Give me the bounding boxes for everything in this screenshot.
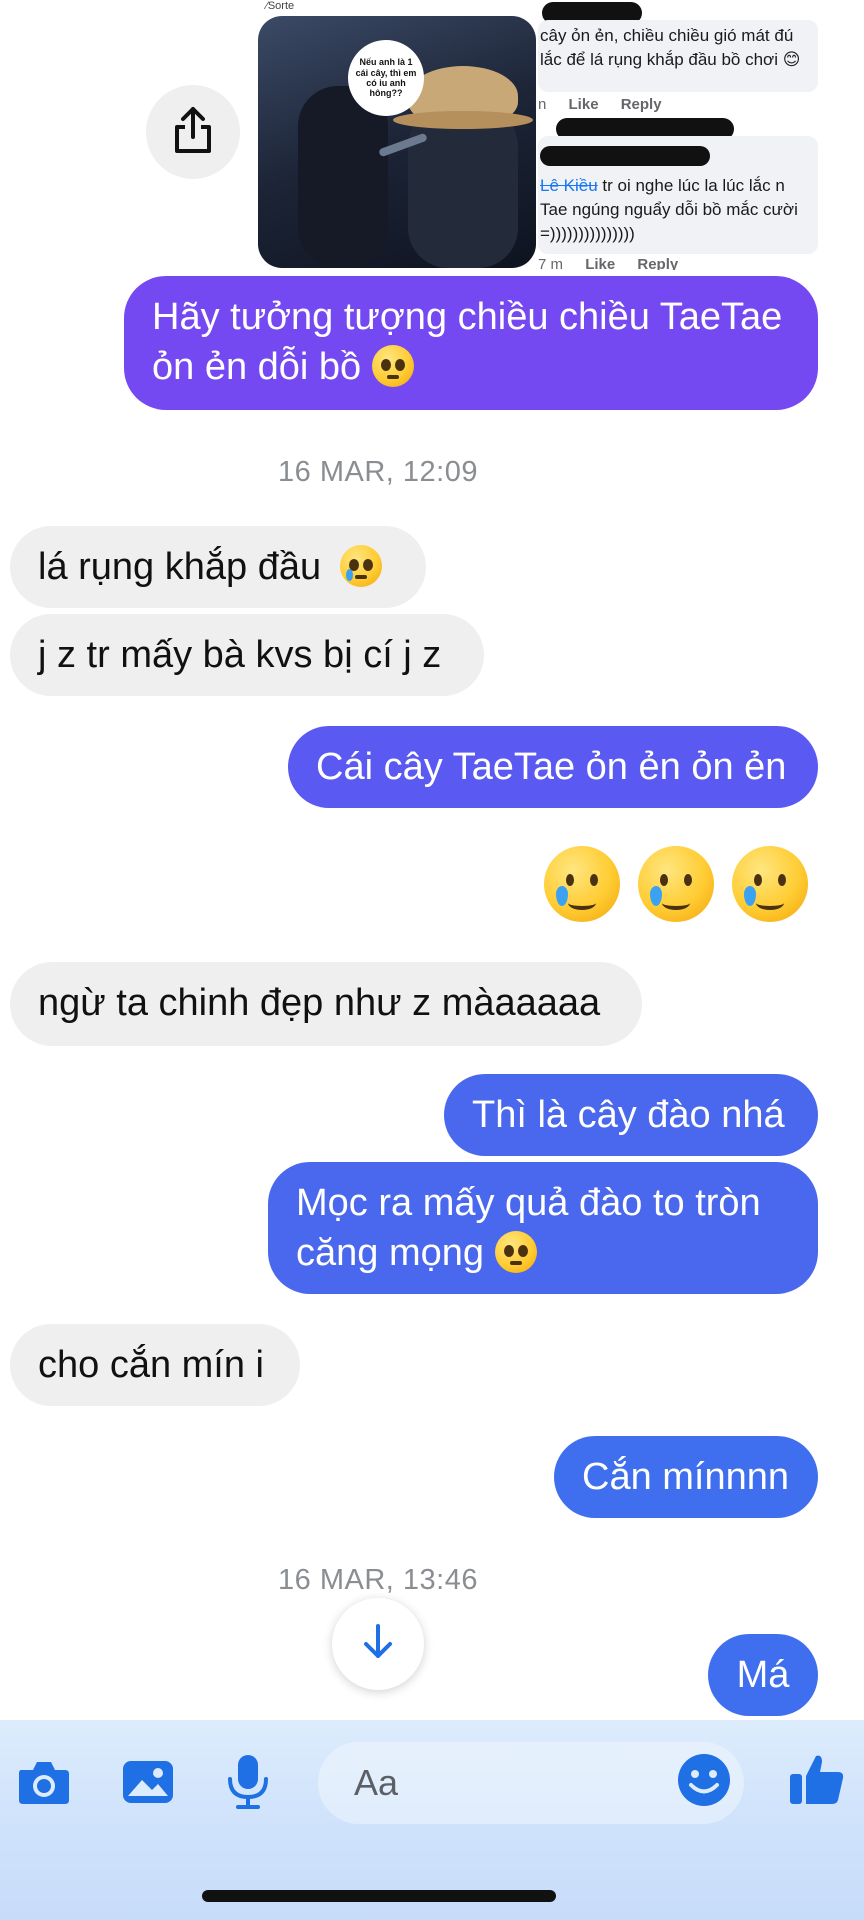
photo-source-label: ⁄Sorte xyxy=(266,0,295,12)
emoji-message[interactable] xyxy=(544,846,814,926)
message-outgoing[interactable]: Thì là cây đào nhá xyxy=(444,1074,818,1156)
shared-photo[interactable]: Nếu anh là 1 cái cây, thì em có iu anh h… xyxy=(258,16,536,268)
comment-2-reply: Reply xyxy=(637,256,679,270)
message-incoming[interactable]: j z tr mấy bà kvs bị cí j z xyxy=(10,614,484,696)
comment-2-like: Like xyxy=(585,256,616,270)
message-text: Thì là cây đào nhá xyxy=(472,1094,785,1136)
timestamp: 16 MAR, 12:09 xyxy=(278,456,478,488)
comment-1-line-1: cây ỏn ẻn, chiều chiều gió mát đú xyxy=(540,26,794,45)
message-incoming[interactable]: cho cắn mín i xyxy=(10,1324,300,1406)
smiling-face-with-tear-icon xyxy=(638,846,714,922)
emoji-icon xyxy=(674,1754,734,1814)
comment-2-line-2: Tae ngúng nguẩy dỗi bồ mắc cười xyxy=(540,199,798,219)
comment-1-time: n xyxy=(538,96,547,113)
message-incoming[interactable]: lá rụng khắp đầu xyxy=(10,526,426,608)
message-text-line-2: căng mọng xyxy=(296,1228,790,1278)
smiling-face-with-tear-icon xyxy=(544,846,620,922)
message-text: Cái cây TaeTae ỏn ẻn ỏn ẻn xyxy=(316,746,787,788)
message-text: ngừ ta chinh đẹp như z màaaaaa xyxy=(38,982,601,1024)
message-text: cho cắn mín i xyxy=(38,1344,264,1386)
photo-figure-right xyxy=(408,106,518,268)
message-incoming[interactable]: ngừ ta chinh đẹp như z màaaaaa xyxy=(10,962,642,1046)
shared-post-card[interactable]: Nếu anh là 1 cái cây, thì em có iu anh h… xyxy=(258,0,818,270)
timestamp: 16 MAR, 13:46 xyxy=(278,1564,478,1596)
message-text-line-2: ỏn ẻn dỗi bồ xyxy=(152,342,790,392)
scroll-to-bottom-button[interactable] xyxy=(332,1598,424,1690)
comment-2: Lê Kiều tr oi nghe lúc la lúc lắc n Tae … xyxy=(538,136,818,254)
comment-thread: cây ỏn ẻn, chiều chiều gió mát đú lắc để… xyxy=(538,0,818,270)
message-outgoing[interactable]: Hãy tưởng tượng chiều chiều TaeTae ỏn ẻn… xyxy=(124,276,818,410)
pleading-face-icon xyxy=(371,345,414,387)
comment-2-line-3: =))))))))))))))) xyxy=(540,223,635,243)
arrow-down-icon xyxy=(360,1622,396,1667)
message-text: Má xyxy=(736,1654,790,1696)
message-text: lá rụng khắp đầu xyxy=(38,546,322,588)
message-text: j z tr mấy bà kvs bị cí j z xyxy=(38,634,442,676)
share-button[interactable] xyxy=(146,85,240,179)
comment-1: cây ỏn ẻn, chiều chiều gió mát đú lắc để… xyxy=(538,20,818,92)
comment-2-meta: 7 m Like Reply xyxy=(538,256,696,270)
emoji-button[interactable] xyxy=(674,1750,734,1810)
microphone-icon xyxy=(224,1753,272,1816)
like-button[interactable] xyxy=(784,1748,850,1814)
voice-button[interactable] xyxy=(216,1752,280,1816)
comment-1-meta: n Like Reply xyxy=(538,96,680,113)
thumbs-up-icon xyxy=(788,1750,846,1813)
redaction-bar xyxy=(540,146,710,166)
pleading-face-icon xyxy=(494,1231,537,1273)
comment-1-reply: Reply xyxy=(620,96,662,113)
comment-2-time: 7 m xyxy=(538,256,564,270)
camera-icon xyxy=(15,1758,73,1811)
home-indicator xyxy=(202,1890,556,1902)
share-icon xyxy=(171,105,215,160)
smiling-face-with-tear-icon xyxy=(339,545,382,587)
comment-2-line-1: Lê Kiều tr oi nghe lúc la lúc lắc n xyxy=(540,176,785,195)
message-outgoing[interactable]: Má xyxy=(708,1634,818,1716)
smiling-face-with-tear-icon xyxy=(732,846,808,922)
message-outgoing[interactable]: Cái cây TaeTae ỏn ẻn ỏn ẻn xyxy=(288,726,818,808)
message-outgoing[interactable]: Cắn mínnnn xyxy=(554,1436,818,1518)
message-text: Mọc ra mấy quả đào to tròn xyxy=(296,1182,761,1224)
comment-1-line-2: lắc để lá rụng khắp đầu bồ chơi 😊 xyxy=(540,49,801,69)
message-text: Hãy tưởng tượng chiều chiều TaeTae xyxy=(152,296,783,338)
comment-2-author: Lê Kiều xyxy=(540,176,598,195)
message-outgoing[interactable]: Mọc ra mấy quả đào to tròn căng mọng xyxy=(268,1162,818,1294)
image-icon xyxy=(120,1758,176,1811)
camera-button[interactable] xyxy=(12,1752,76,1816)
comment-1-like: Like xyxy=(568,96,599,113)
photo-speech-bubble: Nếu anh là 1 cái cây, thì em có iu anh h… xyxy=(348,40,424,116)
gallery-button[interactable] xyxy=(116,1752,180,1816)
photo-hat-brim xyxy=(393,111,533,129)
message-text: Cắn mínnnn xyxy=(582,1456,790,1498)
